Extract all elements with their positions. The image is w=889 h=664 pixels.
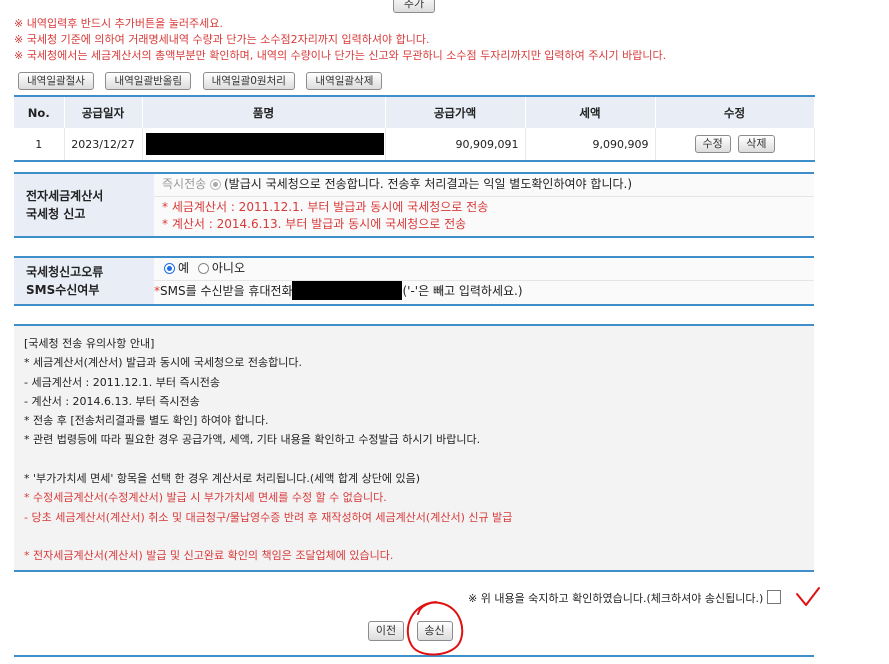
send-rules: * 세금계산서 : 2011.12.1. 부터 발급과 동시에 국세청으로 전송… (154, 197, 814, 233)
agreement-checkbox[interactable] (767, 590, 782, 604)
bottom-actions: 이전 송신 (368, 621, 477, 641)
redacted-phone-input[interactable] (292, 281, 403, 300)
nts-guide-box: [국세청 전송 유의사항 안내] * 세금계산서(계산서) 발급과 동시에 국세… (14, 324, 814, 572)
agreement-row: ※ 위 내용을 숙지하고 확인하였습니다.(체크하셔야 송신됩니다.) (468, 590, 782, 606)
guide-line: * 세금계산서(계산서) 발급과 동시에 국세청으로 전송합니다. (24, 356, 302, 370)
guide-line-responsibility: * 전자세금계산서(계산서) 발급 및 신고완료 확인의 책임은 조달업체에 있… (24, 549, 394, 563)
row-edit-button[interactable]: 수정 (694, 135, 731, 153)
sms-phone-hint: ('-'은 빼고 입력하세요.) (402, 284, 523, 298)
nts-report-section: 전자세금계산서 국세청 신고 즉시전송 (발급시 국세청으로 전송합니다. 전송… (14, 172, 814, 238)
items-table: No. 공급일자 품명 공급가액 세액 수정 1 2023/12/27 90,9… (14, 95, 815, 162)
sms-section: 국세청신고오류 SMS수신여부 예 아니오 *SMS를 수신받을 휴대전화 번호… (14, 256, 814, 306)
col-tax: 세액 (525, 96, 656, 128)
guide-line: * 전송 후 [전송처리결과를 별도 확인] 하여야 합니다. (24, 414, 269, 428)
guide-line: - 계산서 : 2014.6.13. 부터 즉시전송 (24, 394, 200, 408)
bottom-divider (14, 655, 814, 657)
sms-yes-radio[interactable] (164, 263, 175, 274)
notice-list: ※ 내역입력후 반드시 추가버튼을 눌러주세요. ※ 국세청 기준에 의하여 거… (14, 16, 874, 64)
row-item-name (142, 128, 386, 161)
row-actions: 수정 삭제 (655, 128, 815, 161)
redacted-item-name (145, 133, 384, 155)
prev-button[interactable]: 이전 (368, 621, 404, 641)
guide-blank (24, 527, 804, 546)
guide-line: - 세금계산서 : 2011.12.1. 부터 즉시전송 (24, 375, 220, 389)
guide-line: * '부가가치세 면세' 항목을 선택 한 경우 계산서로 처리됩니다.(세액 … (24, 472, 421, 486)
sms-body: 예 아니오 *SMS를 수신받을 휴대전화 번호 ('-'은 빼고 입력하세요.) (154, 258, 814, 304)
sms-label: 국세청신고오류 SMS수신여부 (14, 258, 154, 304)
guide-line: * 관련 법령등에 따라 필요한 경우 공급가액, 세액, 기타 내용을 확인하… (24, 433, 481, 447)
table-row: 1 2023/12/27 90,909,091 9,090,909 수정 삭제 (14, 128, 815, 161)
batch-zero-button[interactable]: 내역일괄0원처리 (202, 72, 295, 90)
notice-add-required: ※ 내역입력후 반드시 추가버튼을 눌러주세요. (14, 17, 223, 30)
notice-decimal-places: ※ 국세청 기준에 의하여 거래명세내역 수량과 단가는 소수점2자리까지 입력… (14, 33, 430, 46)
row-date: 2023/12/27 (64, 128, 143, 161)
sms-choice-row: 예 아니오 (154, 258, 814, 281)
agreement-text: ※ 위 내용을 숙지하고 확인하였습니다.(체크하셔야 송신됩니다.) (468, 592, 764, 605)
col-supply-amount: 공급가액 (385, 96, 526, 128)
sms-no-label: 아니오 (211, 261, 245, 275)
row-supply-amount: 90,909,091 (385, 128, 526, 161)
col-edit: 수정 (655, 96, 815, 128)
guide-line-warning: - 당초 세금계산서(계산서) 취소 및 대금청구/물납영수증 반려 후 재작성… (24, 510, 513, 524)
nts-report-label-line1: 전자세금계산서 (26, 189, 104, 203)
guide-line-warning: * 수정세금계산서(수정계산서) 발급 시 부가가치세 면세를 수정 할 수 없… (24, 491, 387, 505)
batch-round-button[interactable]: 내역일괄반올림 (105, 72, 192, 90)
immediate-send-radio[interactable] (210, 179, 221, 190)
immediate-send-row: 즉시전송 (발급시 국세청으로 전송합니다. 전송후 처리결과는 익일 별도확인… (154, 174, 814, 197)
row-tax: 9,090,909 (525, 128, 656, 161)
rule-invoice: * 계산서 : 2014.6.13. 부터 발급과 동시에 국세청으로 전송 (162, 217, 467, 231)
row-no: 1 (14, 128, 65, 161)
sms-label-line2: SMS수신여부 (26, 283, 100, 297)
checkmark-annotation (796, 587, 820, 606)
notice-total-only: ※ 국세청에서는 세금계산서의 총액부분만 확인하며, 내역의 수량이나 단가는… (14, 49, 667, 62)
col-date: 공급일자 (64, 96, 143, 128)
guide-title: [국세청 전송 유의사항 안내] (24, 337, 155, 350)
guide-blank (24, 450, 804, 469)
immediate-send-desc: (발급시 국세청으로 전송합니다. 전송후 처리결과는 익일 별도확인하여야 합… (224, 177, 633, 191)
sms-label-line1: 국세청신고오류 (26, 265, 104, 279)
nts-report-body: 즉시전송 (발급시 국세청으로 전송합니다. 전송후 처리결과는 익일 별도확인… (154, 174, 814, 236)
rule-tax-invoice: * 세금계산서 : 2011.12.1. 부터 발급과 동시에 국세청으로 전송 (162, 200, 489, 214)
col-no: No. (14, 96, 65, 128)
table-header-row: No. 공급일자 품명 공급가액 세액 수정 (14, 96, 815, 128)
immediate-send-label: 즉시전송 (162, 177, 207, 191)
row-delete-button[interactable]: 삭제 (738, 135, 775, 153)
batch-truncate-button[interactable]: 내역일괄절사 (18, 72, 94, 90)
sms-no-radio[interactable] (197, 263, 209, 274)
sms-phone-row: *SMS를 수신받을 휴대전화 번호 ('-'은 빼고 입력하세요.) (154, 281, 814, 303)
sms-yes-label: 예 (178, 261, 190, 275)
batch-delete-button[interactable]: 내역일괄삭제 (306, 72, 383, 90)
batch-actions: 내역일괄절사 내역일괄반올림 내역일괄0원처리 내역일괄삭제 (18, 72, 390, 92)
nts-report-label-line2: 국세청 신고 (26, 207, 86, 221)
nts-report-label: 전자세금계산서 국세청 신고 (14, 174, 154, 236)
send-button[interactable]: 송신 (416, 621, 453, 641)
add-button[interactable]: 추가 (393, 0, 435, 13)
col-item-name: 품명 (142, 96, 386, 128)
